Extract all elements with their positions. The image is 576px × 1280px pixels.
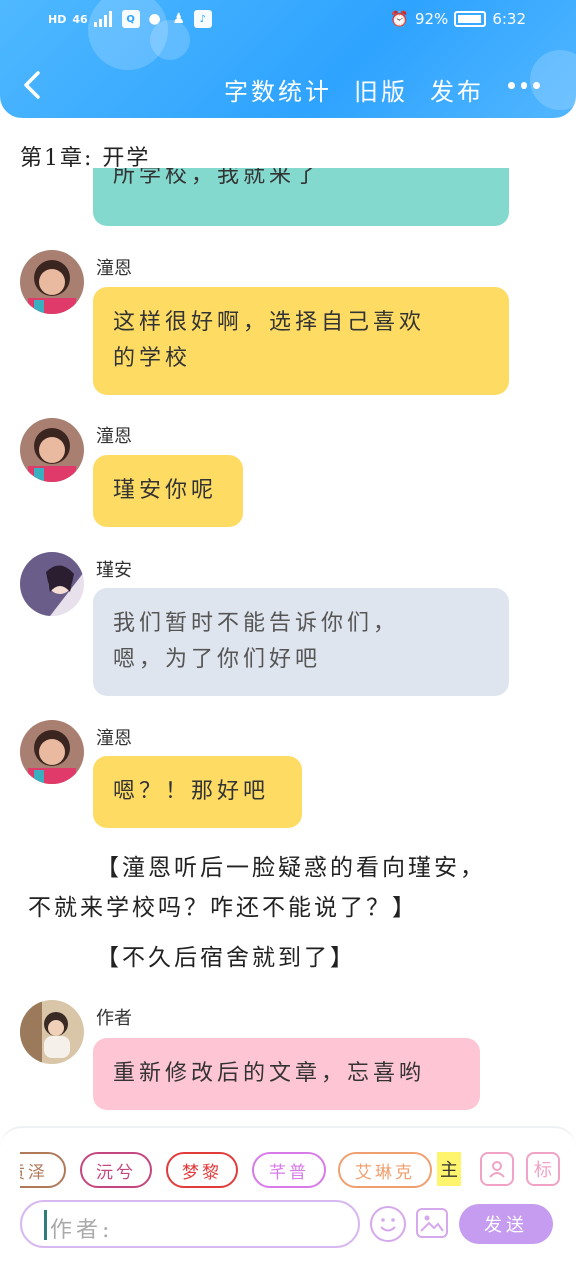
word-count-button[interactable]: 字数统计 <box>224 72 332 107</box>
sender-name: 潼恩 <box>96 426 132 447</box>
sender-name: 瑾安 <box>96 560 132 581</box>
avatar-tongen[interactable] <box>20 250 84 314</box>
author-input[interactable]: 作者: <box>20 1200 360 1248</box>
message-line: 这样很好啊，选择自己喜欢 <box>113 310 426 335</box>
message-item: 潼恩 这样很好啊，选择自己喜欢 的学校 <box>20 250 510 400</box>
person-card-icon[interactable] <box>480 1152 514 1186</box>
send-button[interactable]: 发送 <box>459 1204 553 1244</box>
back-chevron-icon[interactable] <box>18 70 48 100</box>
message-bubble[interactable]: 瑾安你呢 <box>93 455 243 527</box>
publish-button[interactable]: 发布 <box>430 72 484 107</box>
picture-icon <box>420 1215 444 1232</box>
sender-name: 作者 <box>96 1008 132 1029</box>
text-caret <box>44 1210 47 1240</box>
message-item: 潼恩 瑾安你呢 <box>20 418 510 530</box>
battery-percent: 92% <box>414 10 449 28</box>
battery-icon <box>454 11 487 27</box>
message-bubble[interactable]: 这样很好啊，选择自己喜欢 的学校 <box>93 287 509 395</box>
message-bubble[interactable]: 所学校，我就来了 <box>93 168 509 226</box>
music-icon: ♪ <box>193 10 212 28</box>
network-badge: 46 <box>72 12 88 26</box>
wechat-icon: ● <box>148 11 161 27</box>
message-text: 所学校，我就来了 <box>113 168 322 188</box>
search-app-icon: Q <box>121 10 140 28</box>
message-item: 潼恩 嗯？！那好吧 <box>20 720 510 830</box>
message-line: 嗯？！那好吧 <box>113 779 270 804</box>
image-icon[interactable] <box>416 1208 448 1238</box>
message-bubble[interactable]: 我们暂时不能告诉你们， 嗯，为了你们好吧 <box>93 588 509 696</box>
signal-icon <box>93 11 112 27</box>
narration-line: 不就来学校吗？咋还不能说了？】 <box>28 895 418 921</box>
sender-name: 潼恩 <box>96 728 132 749</box>
avatar-author[interactable] <box>20 1000 84 1064</box>
message-line: 重新修改后的文章，忘喜哟 <box>113 1061 426 1086</box>
protagonist-chip[interactable]: 主 <box>437 1152 461 1186</box>
status-right: ⏰ 92% 6:32 <box>390 10 526 28</box>
mark-button[interactable]: 标 <box>526 1152 560 1186</box>
person-icon <box>489 1161 505 1178</box>
character-chip[interactable]: 艾琳克 <box>338 1152 432 1188</box>
narration-block: 【不久后宿舍就到了】 <box>96 938 546 978</box>
emoji-icon[interactable] <box>370 1206 406 1242</box>
message-line: 瑾安你呢 <box>113 478 218 503</box>
smile-icon <box>380 1218 396 1232</box>
header: HD 46 Q ● ♟ ♪ ⏰ 92% 6:32 字数统计 旧版 发布 <box>0 0 576 118</box>
app-root: HD 46 Q ● ♟ ♪ ⏰ 92% 6:32 字数统计 旧版 发布 第1章:… <box>0 0 576 1280</box>
partial-message: 所学校，我就来了 <box>93 168 509 226</box>
message-bubble[interactable]: 嗯？！那好吧 <box>93 756 302 828</box>
nav-actions: 字数统计 旧版 发布 <box>224 72 484 107</box>
alarm-icon: ⏰ <box>390 10 409 28</box>
message-line: 嗯，为了你们好吧 <box>113 647 322 672</box>
narration-block: 【潼恩听后一脸疑惑的看向瑾安， 不就来学校吗？咋还不能说了？】 <box>28 848 558 928</box>
character-chip-row[interactable]: 贡泽 沅兮 梦黎 芊普 艾琳克 <box>20 1150 460 1190</box>
mark-label: 标 <box>534 1160 552 1181</box>
character-chip[interactable]: 梦黎 <box>166 1152 238 1188</box>
clock: 6:32 <box>492 10 526 28</box>
avatar-tongen[interactable] <box>20 418 84 482</box>
narration-line: 【不久后宿舍就到了】 <box>96 945 356 971</box>
more-dots-icon[interactable] <box>508 82 541 90</box>
old-version-button[interactable]: 旧版 <box>354 72 408 107</box>
qq-icon: ♟ <box>172 11 185 27</box>
character-chip[interactable]: 沅兮 <box>80 1152 152 1188</box>
message-line: 我们暂时不能告诉你们， <box>113 611 400 636</box>
avatar-jinan[interactable] <box>20 552 84 616</box>
message-line: 的学校 <box>113 346 192 371</box>
message-bubble[interactable]: 重新修改后的文章，忘喜哟 <box>93 1038 480 1110</box>
message-item: 瑾安 我们暂时不能告诉你们， 嗯，为了你们好吧 <box>20 552 510 698</box>
input-placeholder: 作者: <box>50 1218 114 1243</box>
narration-line: 【潼恩听后一脸疑惑的看向瑾安， <box>96 855 486 881</box>
message-item: 作者 重新修改后的文章，忘喜哟 <box>20 1000 510 1112</box>
hd-badge: HD <box>48 12 67 26</box>
character-chip[interactable]: 芊普 <box>252 1152 326 1188</box>
status-left: HD 46 Q ● ♟ ♪ <box>48 10 212 28</box>
status-bar: HD 46 Q ● ♟ ♪ ⏰ 92% 6:32 <box>0 0 576 42</box>
avatar-tongen[interactable] <box>20 720 84 784</box>
character-chip[interactable]: 贡泽 <box>20 1152 66 1188</box>
nav-bar: 字数统计 旧版 发布 <box>0 58 576 114</box>
sender-name: 潼恩 <box>96 258 132 279</box>
